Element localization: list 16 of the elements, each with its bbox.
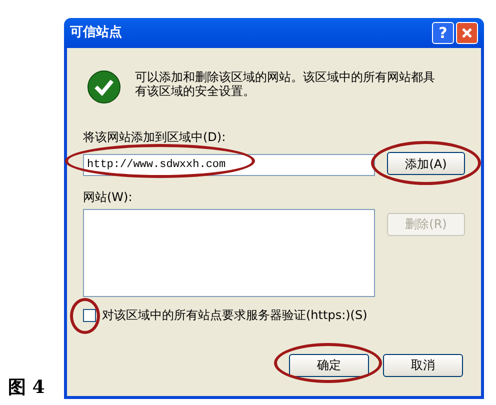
dialog-button[interactable]: 取消 [383,354,463,376]
dialog-button[interactable]: 确定 [289,354,369,376]
https-checkbox[interactable] [83,308,96,322]
help-button[interactable]: ? [432,22,454,44]
close-button[interactable] [456,22,478,44]
close-icon [461,27,473,39]
websites-list[interactable] [83,209,375,297]
add-label: 将该网站添加到区域中(D): [83,129,227,146]
add-button[interactable]: 添加(A) [387,152,465,176]
window-title: 可信站点 [70,24,123,42]
figure-caption: 图 4 [8,376,46,400]
websites-label: 网站(W): [83,189,134,206]
https-checkbox-label: 对该区域中的所有站点要求服务器验证(https:)(S) [102,307,368,324]
info-text: 可以添加和删除该区域的网站。该区域中的所有网站都具有该区域的安全设置。 [135,70,435,98]
checkmark-icon [87,70,121,104]
url-field[interactable]: http://www.sdwxxh.com [83,154,375,176]
